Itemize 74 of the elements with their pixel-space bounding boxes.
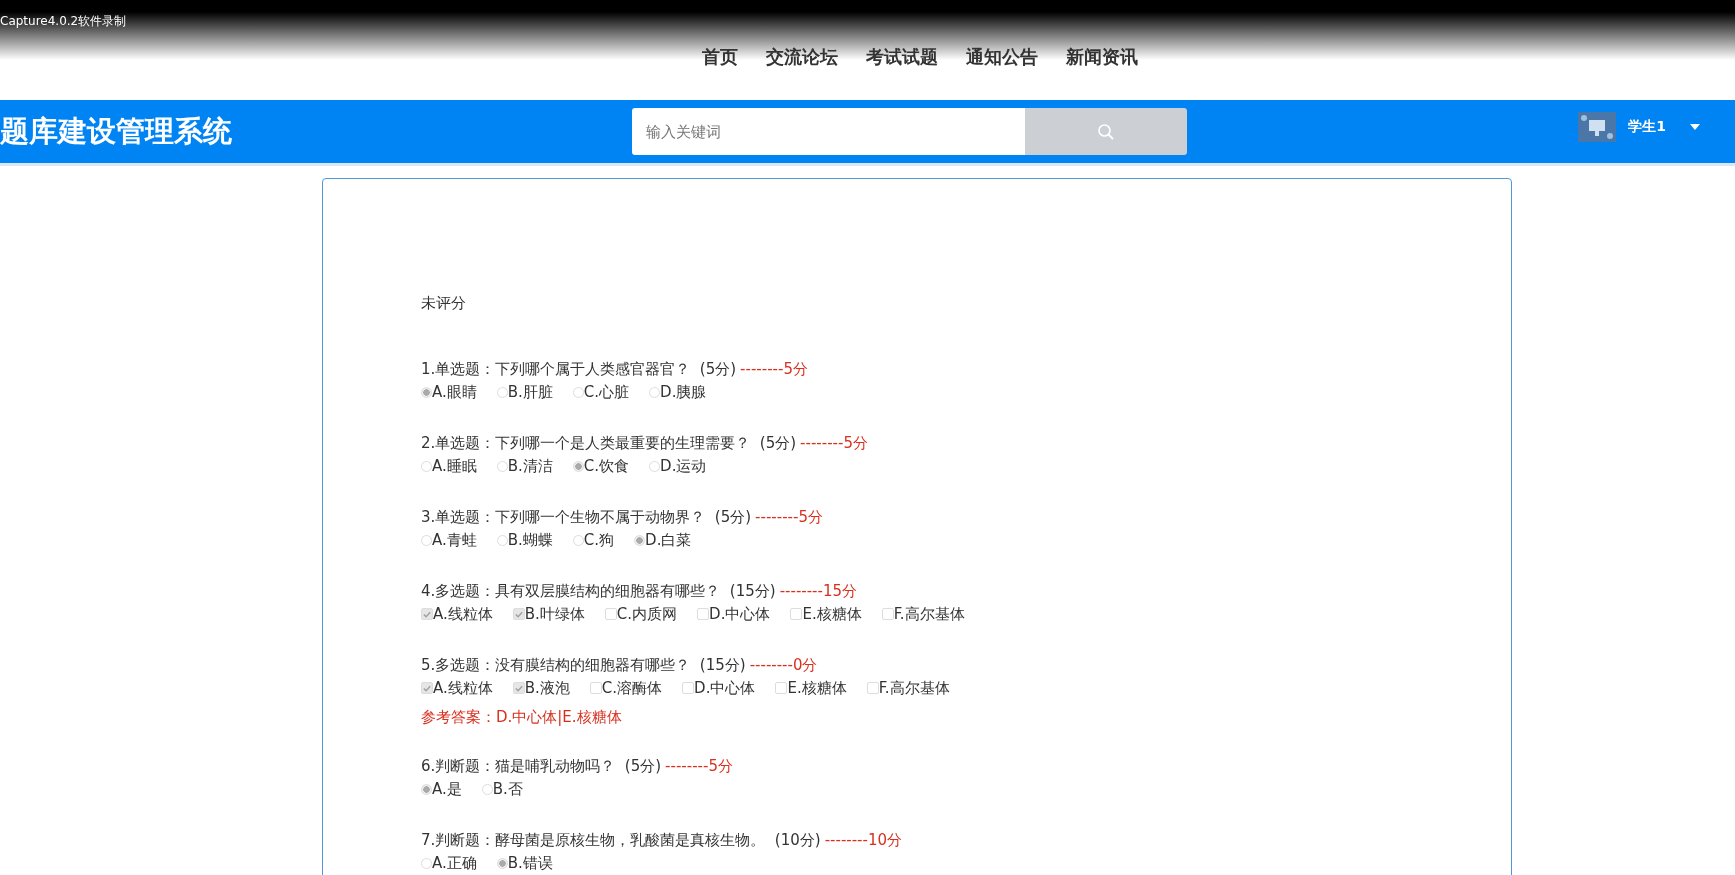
question-score: --------0分 — [749, 655, 818, 676]
option-label: B.蝴蝶 — [507, 530, 553, 551]
question-text: 1.单选题：下列哪个属于人类感官器官？ (5分) — [421, 359, 737, 380]
question-text: 7.判断题：酵母菌是原核生物，乳酸菌是真核生物。 (10分) — [421, 830, 821, 851]
radio-button[interactable] — [634, 534, 646, 546]
checkbox[interactable] — [790, 608, 803, 620]
nav-link[interactable]: 通知公告 — [966, 45, 1038, 69]
question-text: 2.单选题：下列哪一个是人类最重要的生理需要？ (5分) — [421, 433, 797, 454]
search-icon — [1097, 122, 1115, 141]
checkbox[interactable] — [589, 682, 602, 694]
option-label: D.白菜 — [645, 530, 692, 551]
nav-link[interactable]: 交流论坛 — [766, 45, 838, 69]
checkbox[interactable] — [604, 608, 617, 620]
question-text: 4.多选题：具有双层膜结构的细胞器有哪些？ (15分) — [421, 581, 776, 602]
question-score: --------15分 — [779, 581, 858, 602]
option-label: E.核糖体 — [802, 604, 862, 625]
question-score: --------5分 — [740, 359, 808, 380]
checkbox[interactable] — [682, 682, 695, 694]
option-label: A.眼睛 — [432, 382, 477, 403]
option-label: C.狗 — [583, 530, 615, 551]
grading-status: 未评分 — [421, 294, 467, 313]
option-label: A.线粒体 — [433, 678, 493, 699]
nav-link[interactable]: 新闻资讯 — [1066, 45, 1138, 69]
option-label: B.肝脏 — [507, 382, 553, 403]
checkbox[interactable] — [512, 682, 525, 694]
option-label: B.清洁 — [507, 456, 553, 477]
option-label: D.中心体 — [694, 678, 756, 699]
checkbox[interactable] — [881, 608, 894, 620]
option-label: E.核糖体 — [787, 678, 847, 699]
option-label: C.溶酶体 — [601, 678, 663, 699]
option-label: D.胰腺 — [660, 382, 707, 403]
option-label: B.否 — [492, 779, 523, 800]
question-text: 3.单选题：下列哪一个生物不属于动物界？ (5分) — [421, 507, 752, 528]
question-text: 6.判断题：猫是哺乳动物吗？ (5分) — [421, 756, 662, 777]
option-label: A.青蛙 — [432, 530, 477, 551]
radio-button[interactable] — [421, 386, 432, 398]
option-label: C.内质网 — [616, 604, 678, 625]
checkbox[interactable] — [697, 608, 710, 620]
option-label: D.运动 — [660, 456, 707, 477]
reference-answer: 参考答案：D.中心体|E.核糖体 — [421, 708, 623, 727]
caret-icon[interactable] — [1690, 123, 1700, 130]
option-label: D.中心体 — [709, 604, 771, 625]
option-label: B.叶绿体 — [524, 604, 585, 625]
search-button[interactable] — [1025, 108, 1187, 155]
checkbox[interactable] — [866, 682, 879, 694]
question-score: --------5分 — [665, 756, 733, 777]
question-score: --------5分 — [800, 433, 868, 454]
question-text: 5.多选题：没有膜结构的细胞器有哪些？ (15分) — [421, 655, 746, 676]
user-name[interactable]: 学生1 — [1628, 117, 1666, 136]
checkbox[interactable] — [421, 682, 433, 694]
option-label: A.睡眠 — [432, 456, 477, 477]
checkbox[interactable] — [512, 608, 525, 620]
radio-button[interactable] — [572, 460, 584, 472]
option-label: B.错误 — [507, 853, 553, 874]
recorder-label: Capture4.0.2软件录制 — [0, 13, 127, 30]
option-label: B.液泡 — [524, 678, 570, 699]
search-field[interactable]: 输入关键词 — [632, 108, 1025, 155]
option-label: F.高尔基体 — [893, 604, 965, 625]
option-label: A.是 — [432, 779, 462, 800]
option-label: C.心脏 — [583, 382, 630, 403]
question-score: --------5分 — [755, 507, 823, 528]
checkbox[interactable] — [421, 608, 433, 620]
nav-link[interactable]: 首页 — [702, 45, 738, 69]
question-score: --------10分 — [824, 830, 903, 851]
option-label: A.正确 — [432, 853, 477, 874]
option-label: A.线粒体 — [433, 604, 493, 625]
avatar-icon[interactable] — [1578, 111, 1617, 142]
radio-button[interactable] — [496, 857, 508, 869]
radio-button[interactable] — [421, 783, 432, 795]
option-label: C.饮食 — [583, 456, 630, 477]
site-title: 题库建设管理系统 — [0, 112, 233, 150]
option-label: F.高尔基体 — [878, 678, 950, 699]
nav-link[interactable]: 考试试题 — [866, 45, 938, 69]
checkbox[interactable] — [775, 682, 788, 694]
